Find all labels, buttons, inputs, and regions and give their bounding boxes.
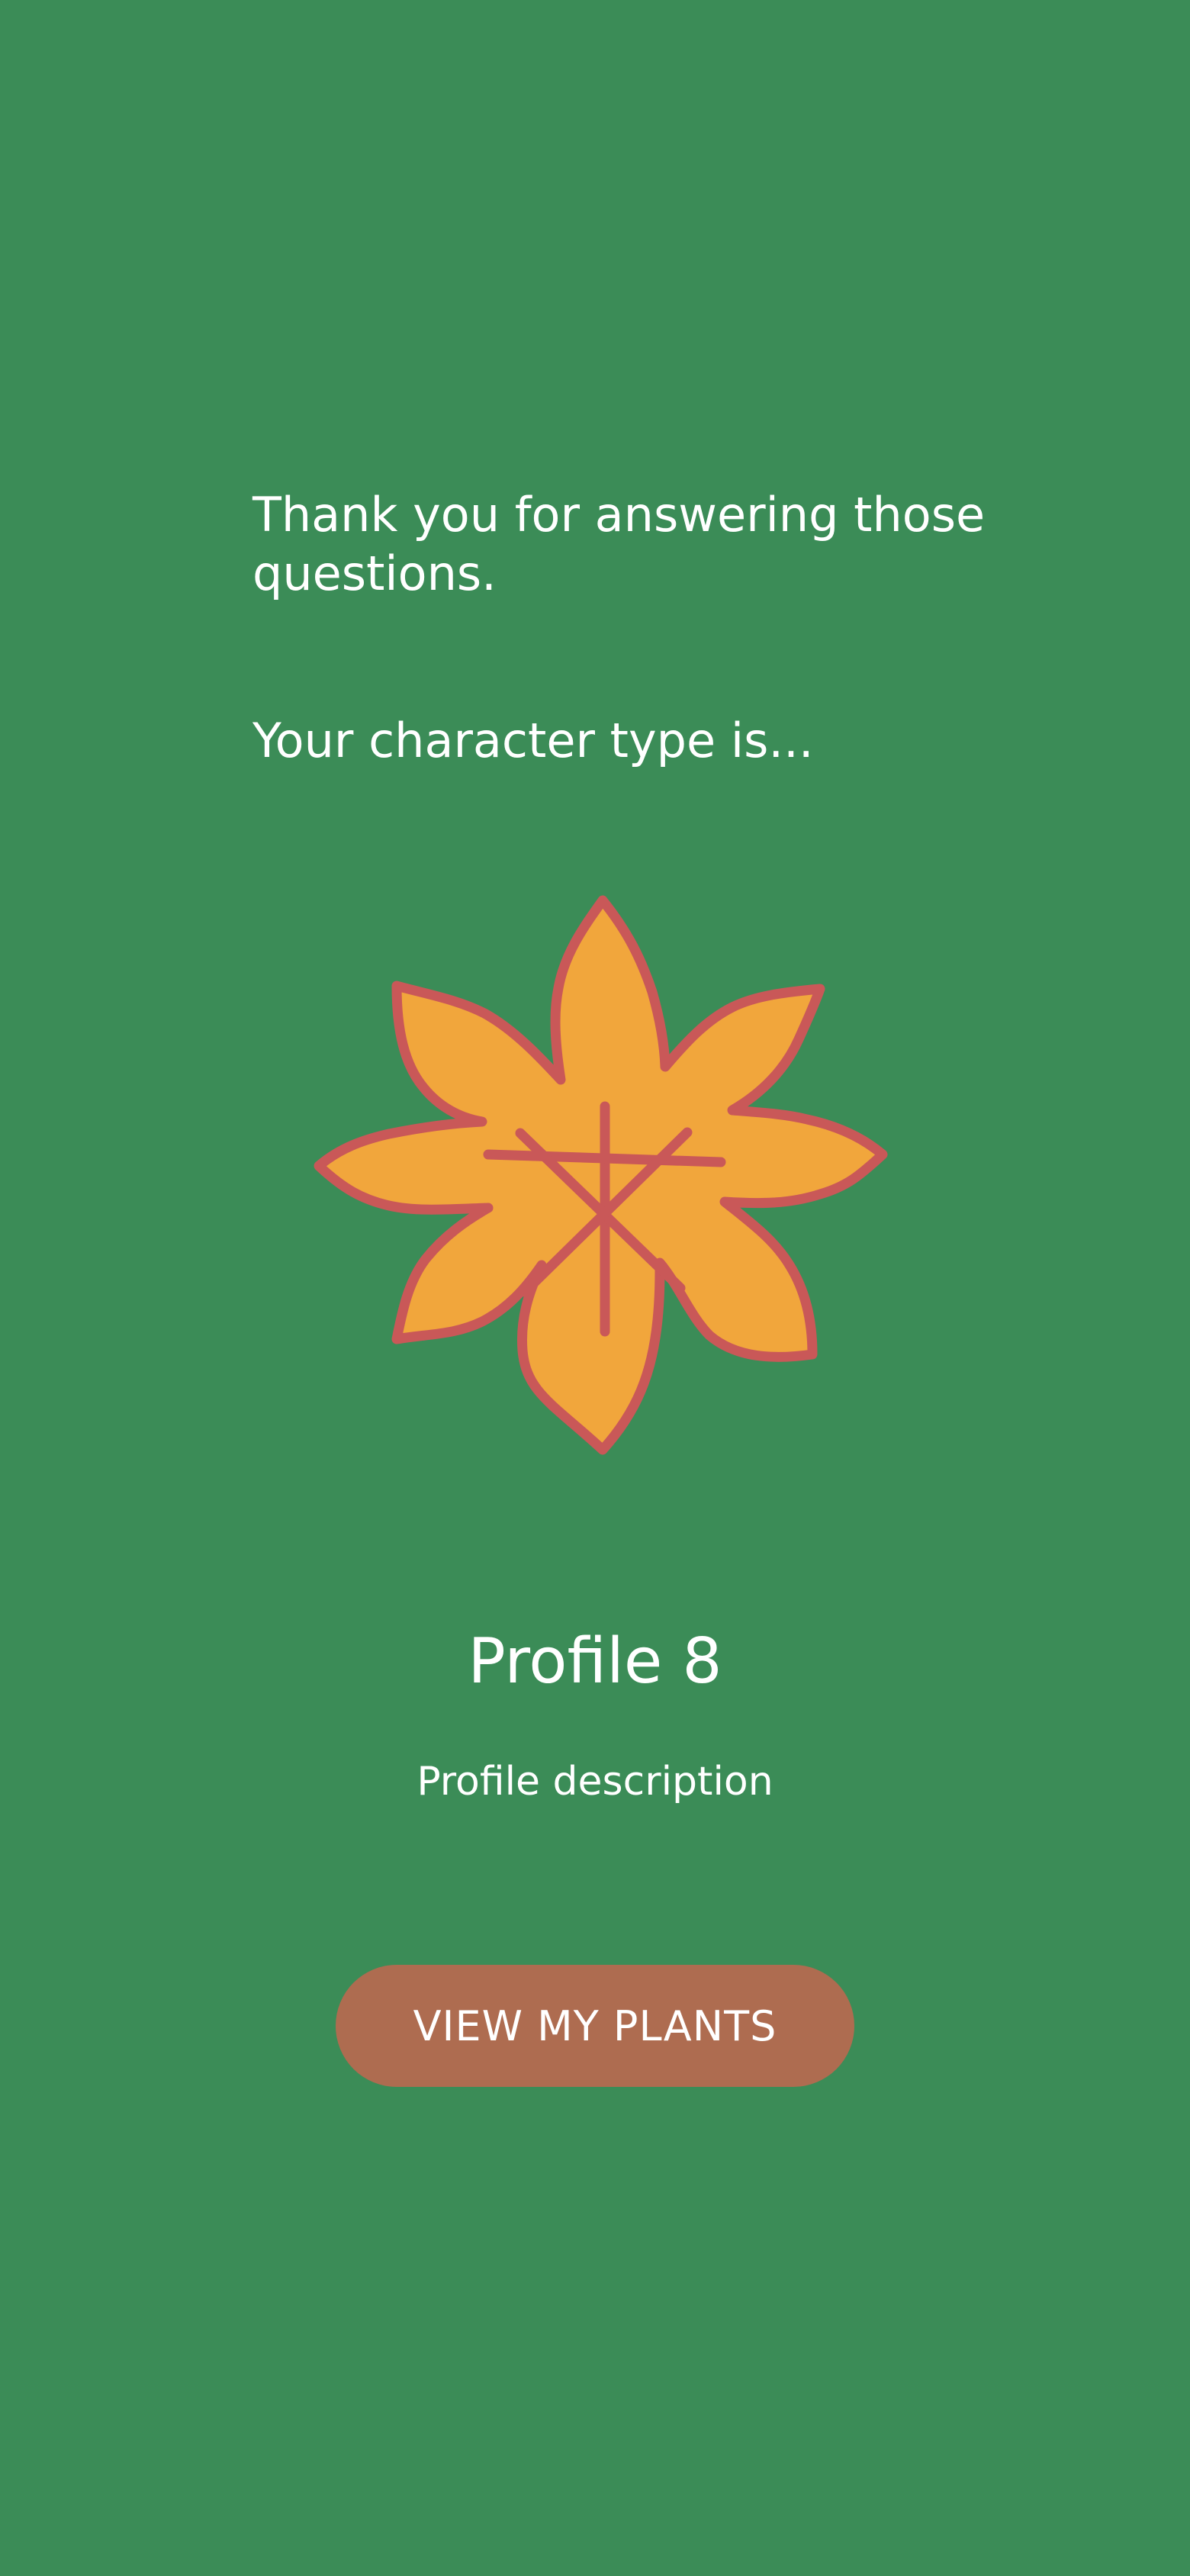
view-my-plants-label: VIEW MY PLANTS bbox=[413, 2001, 777, 2050]
profile-name: Profile 8 bbox=[468, 1625, 722, 1698]
profile-description: Profile description bbox=[416, 1759, 774, 1805]
view-my-plants-button[interactable]: VIEW MY PLANTS bbox=[336, 1965, 854, 2087]
character-result-screen: Thank you for answering those questions.… bbox=[0, 0, 1190, 2576]
flower-icon bbox=[314, 895, 888, 1455]
character-type-intro: Your character type is... bbox=[252, 713, 814, 768]
thank-you-message: Thank you for answering those questions. bbox=[252, 487, 986, 601]
